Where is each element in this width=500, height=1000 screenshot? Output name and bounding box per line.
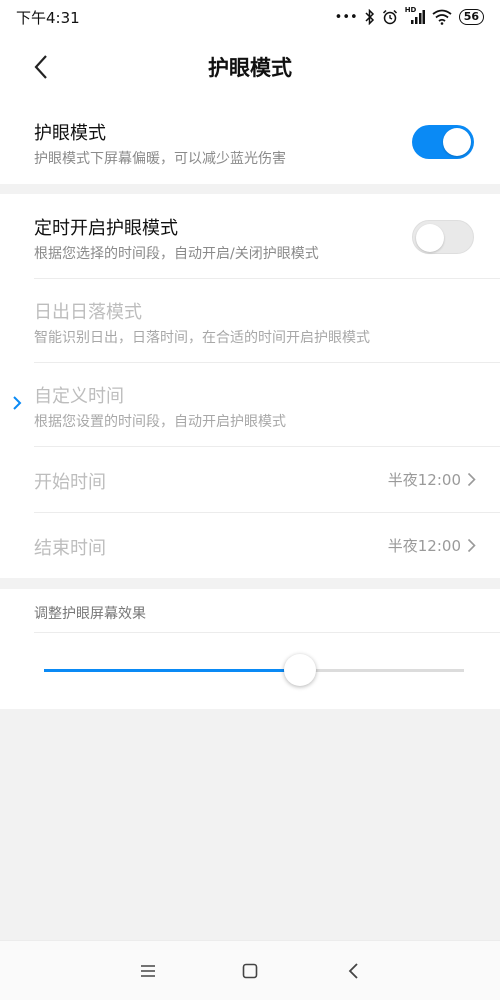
effect-card: 调整护眼屏幕效果 [0,589,500,709]
effect-label: 调整护眼屏幕效果 [34,606,146,622]
schedule-title: 定时开启护眼模式 [34,218,178,239]
slider-thumb[interactable] [284,654,317,686]
eye-mode-toggle[interactable] [412,125,474,159]
sunrise-sunset-subtitle: 智能识别日出，日落时间，在合适的时间开启护眼模式 [34,330,370,346]
start-time-value-group: 半夜12:00 [388,469,476,490]
start-time-value: 半夜12:00 [387,471,461,489]
navigation-bar [0,940,500,1000]
schedule-row[interactable]: 定时开启护眼模式 根据您选择的时间段，自动开启/关闭护眼模式 [0,194,500,278]
status-icons: ••• HD 56 [334,6,484,25]
effect-slider[interactable] [44,654,464,686]
selected-chevron-icon [13,396,22,410]
chevron-right-icon [467,472,476,487]
back-icon[interactable] [342,959,366,983]
custom-time-title: 自定义时间 [34,386,124,407]
bluetooth-icon [365,9,374,25]
wifi-icon [432,9,452,25]
custom-time-option[interactable]: 自定义时间 根据您设置的时间段，自动开启护眼模式 [0,363,500,446]
page-title: 护眼模式 [208,56,292,80]
divider [34,632,500,633]
status-bar: 下午4:31 ••• HD 56 [0,0,500,34]
eye-mode-card: 护眼模式 护眼模式下屏幕偏暖，可以减少蓝光伤害 [0,100,500,184]
status-time: 下午4:31 [16,8,80,27]
sunrise-sunset-title: 日出日落模式 [34,302,142,323]
header: 护眼模式 [0,34,500,100]
custom-time-subtitle: 根据您设置的时间段，自动开启护眼模式 [34,414,286,430]
start-time-row[interactable]: 开始时间 半夜12:00 [0,447,500,512]
eye-mode-subtitle: 护眼模式下屏幕偏暖，可以减少蓝光伤害 [34,151,286,167]
schedule-subtitle: 根据您选择的时间段，自动开启/关闭护眼模式 [34,246,319,262]
home-icon[interactable] [238,959,262,983]
eye-mode-row[interactable]: 护眼模式 护眼模式下屏幕偏暖，可以减少蓝光伤害 [0,100,500,184]
back-arrow-icon[interactable] [28,52,56,82]
toggle-knob [443,128,471,156]
menu-icon[interactable] [136,959,160,983]
start-time-label: 开始时间 [34,472,106,493]
end-time-row[interactable]: 结束时间 半夜12:00 [0,513,500,578]
chevron-right-icon [467,538,476,553]
signal-icon: HD [405,6,425,25]
eye-mode-title: 护眼模式 [34,123,106,144]
end-time-label: 结束时间 [34,538,106,559]
alarm-icon [382,9,397,25]
toggle-knob [416,224,444,252]
schedule-toggle[interactable] [412,220,474,254]
end-time-value-group: 半夜12:00 [388,535,476,556]
sunrise-sunset-option[interactable]: 日出日落模式 智能识别日出，日落时间，在合适的时间开启护眼模式 [0,279,500,362]
end-time-value: 半夜12:00 [387,537,461,555]
more-dots-icon: ••• [334,9,358,25]
schedule-card: 定时开启护眼模式 根据您选择的时间段，自动开启/关闭护眼模式 日出日落模式 智能… [0,194,500,578]
slider-fill [44,669,301,672]
battery-icon: 56 [458,9,484,25]
